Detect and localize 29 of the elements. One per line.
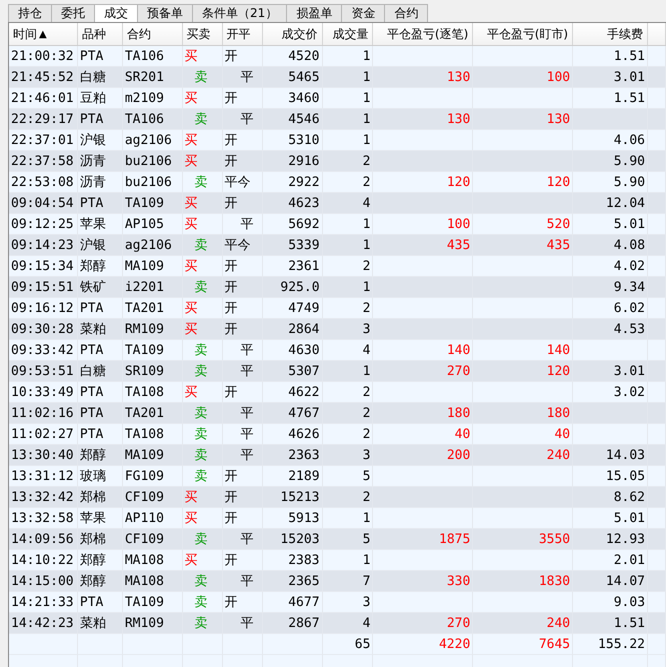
column-label: 手续费 [607, 26, 643, 42]
column-header[interactable]: 时间 ▲ [9, 23, 78, 45]
column-header[interactable]: 开平 [222, 23, 263, 45]
column-label: 开平 [226, 26, 251, 42]
column-label: 合约 [126, 26, 151, 42]
column-label: 成交量 [332, 26, 368, 42]
column-header[interactable]: 品种 [78, 23, 123, 45]
column-header[interactable]: 成交价 [262, 23, 323, 45]
column-label: 品种 [82, 26, 106, 42]
column-header[interactable]: 手续费 [573, 23, 648, 45]
tab[interactable]: 预备单 [137, 4, 193, 22]
column-header[interactable]: 平仓盈亏(逐笔) [373, 23, 474, 45]
sort-indicator: ▲ [39, 28, 47, 40]
tab[interactable]: 合约 [384, 4, 428, 22]
column-header[interactable]: 成交量 [322, 23, 374, 45]
tab[interactable]: 成交 [94, 4, 138, 22]
column-label: 平仓盈亏(逐笔) [386, 26, 468, 42]
column-label: 时间 [13, 26, 37, 42]
tab[interactable]: 条件单（21） [192, 4, 288, 22]
tab[interactable]: 委托 [51, 4, 95, 22]
column-label: 平仓盈亏(盯市) [486, 26, 568, 42]
column-header[interactable]: 平仓盈亏(盯市) [473, 23, 574, 45]
column-header[interactable]: 合约 [122, 23, 183, 45]
tab[interactable]: 资金 [341, 4, 386, 22]
tab[interactable]: 持仓 [8, 4, 52, 22]
column-header[interactable]: 买卖 [182, 23, 223, 45]
column-label: 成交价 [282, 26, 318, 42]
tab[interactable]: 损盈单 [286, 4, 342, 22]
column-label: 买卖 [186, 26, 211, 42]
